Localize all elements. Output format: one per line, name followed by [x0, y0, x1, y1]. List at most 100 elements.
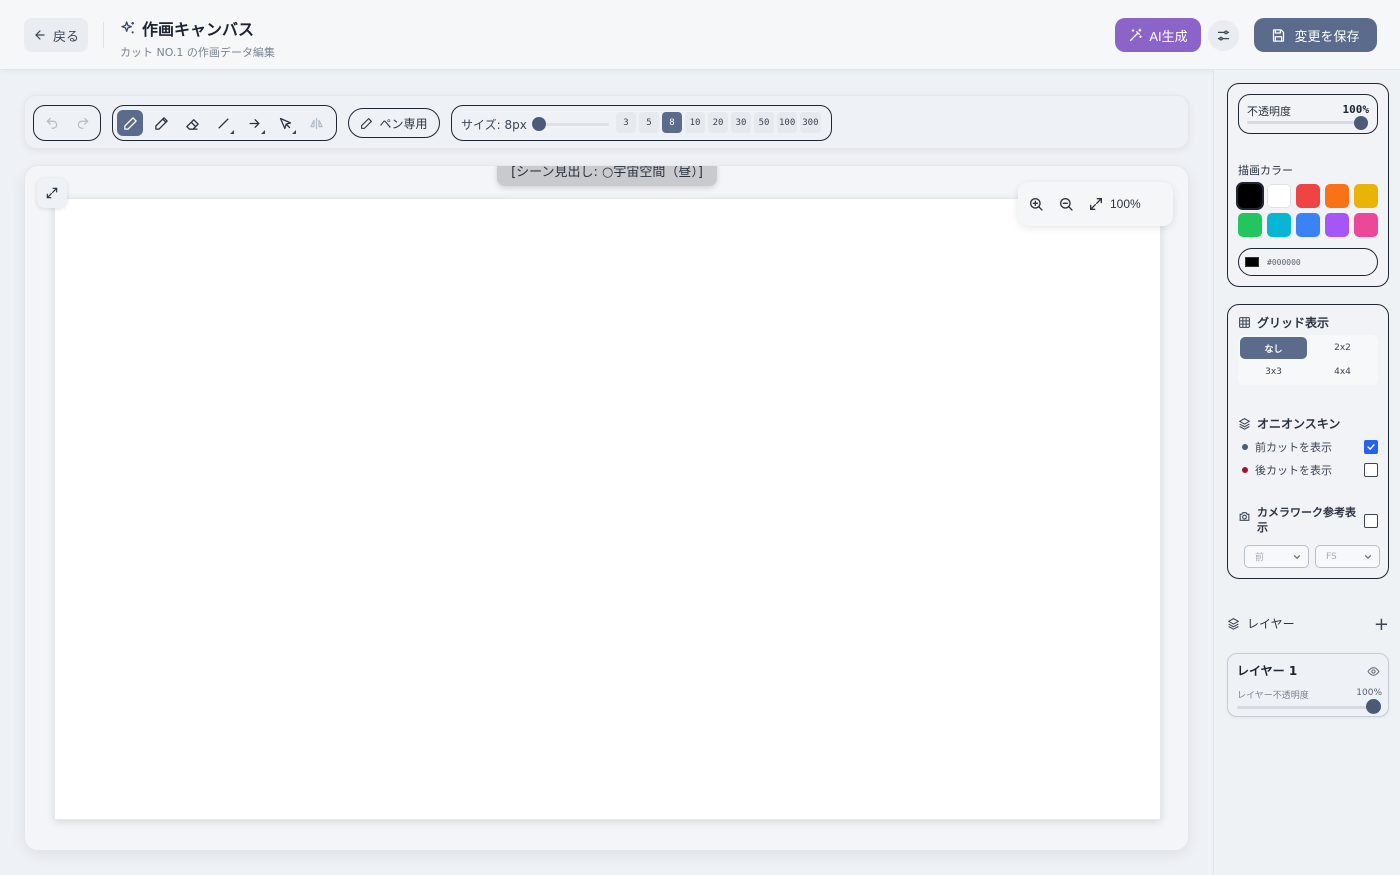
hex-color-value: #000000 — [1267, 257, 1301, 267]
size-preset-30[interactable]: 30 — [731, 112, 751, 133]
size-preset-8[interactable]: 8 — [662, 112, 682, 133]
hex-color-input[interactable]: #000000 — [1238, 248, 1378, 276]
fullscreen-button[interactable] — [37, 178, 67, 208]
size-preset-50[interactable]: 50 — [754, 112, 774, 133]
camera-selects: 前 FS — [1244, 545, 1380, 568]
expand-icon — [46, 187, 58, 199]
history-group — [33, 105, 101, 141]
color-swatch[interactable] — [1354, 184, 1378, 208]
sliders-icon — [1217, 30, 1230, 41]
size-preset-5[interactable]: 5 — [639, 112, 659, 133]
onion-next-checkbox[interactable] — [1364, 463, 1378, 477]
pencil-tool-button[interactable] — [148, 110, 174, 136]
tool-group — [112, 105, 337, 141]
line-tool-button[interactable] — [210, 110, 236, 136]
pen-only-toggle[interactable]: ペン専用 — [348, 108, 440, 138]
brush-size-presets: 3 5 8 10 20 30 50 100 300 — [616, 112, 821, 133]
current-color-chip — [1245, 257, 1259, 267]
camera-shot-value: FS — [1326, 551, 1337, 562]
pen-tool-button[interactable] — [117, 110, 143, 136]
fit-to-screen-icon[interactable] — [1088, 196, 1104, 212]
scene-heading-tag: [シーン見出し: ○宇宙空間（昼）] — [497, 166, 717, 186]
color-swatch[interactable] — [1296, 184, 1320, 208]
color-swatch[interactable] — [1325, 184, 1349, 208]
mirror-tool-button[interactable] — [303, 110, 329, 136]
layer-item[interactable]: レイヤー 1 レイヤー不透明度 100% — [1227, 653, 1389, 717]
grid-option-4x4[interactable]: 4x4 — [1309, 361, 1376, 383]
layer-opacity-value: 100% — [1356, 688, 1382, 698]
back-button[interactable]: 戻る — [24, 18, 88, 52]
canvas-panel: [シーン見出し: ○宇宙空間（昼）] 100% — [24, 165, 1189, 851]
pen-icon — [361, 117, 373, 129]
pencil-icon — [154, 116, 168, 130]
opacity-control: 不透明度 100% — [1238, 94, 1378, 134]
save-changes-button[interactable]: 変更を保存 — [1254, 18, 1377, 52]
size-preset-20[interactable]: 20 — [708, 112, 728, 133]
grid-option-3x3[interactable]: 3x3 — [1240, 361, 1307, 383]
brush-size-slider-track[interactable] — [539, 123, 609, 126]
settings-button[interactable] — [1208, 20, 1239, 51]
color-swatch[interactable] — [1238, 184, 1262, 208]
submenu-corner-icon — [261, 130, 265, 134]
undo-icon — [46, 117, 58, 129]
layers-header: レイヤー + — [1227, 614, 1389, 635]
grid-option-2x2[interactable]: 2x2 — [1309, 337, 1376, 359]
header-divider — [103, 22, 104, 48]
layers-icon — [1239, 418, 1250, 430]
ai-generate-button[interactable]: AI生成 — [1115, 18, 1201, 52]
layer-opacity-slider-handle[interactable] — [1366, 699, 1381, 714]
onion-next-row: 後カットを表示 — [1242, 462, 1378, 478]
color-swatch[interactable] — [1238, 213, 1262, 237]
undo-button[interactable] — [39, 110, 65, 136]
color-swatch[interactable] — [1296, 213, 1320, 237]
size-preset-100[interactable]: 100 — [777, 112, 798, 133]
redo-button[interactable] — [70, 110, 96, 136]
opacity-slider-track[interactable] — [1247, 121, 1365, 124]
camera-work-checkbox[interactable] — [1364, 514, 1378, 528]
eye-icon — [1367, 667, 1380, 676]
select-tool-button[interactable] — [272, 110, 298, 136]
opacity-slider-handle[interactable] — [1354, 116, 1368, 130]
color-swatch[interactable] — [1354, 213, 1378, 237]
opacity-value: 100% — [1342, 103, 1370, 116]
color-swatch[interactable] — [1325, 213, 1349, 237]
right-sidebar: 不透明度 100% 描画カラー #000000 グリッド表示 なし 2x2 3x3 4… — [1213, 70, 1400, 875]
pen-icon — [123, 116, 137, 130]
header: 戻る 作画キャンバス カット NO.1 の作画データ編集 AI生成 変更を保存 — [0, 0, 1400, 70]
grid-option-none[interactable]: なし — [1240, 337, 1307, 359]
brush-size-slider-handle[interactable] — [532, 117, 546, 131]
zoom-in-icon[interactable] — [1028, 196, 1044, 212]
title-block: 作画キャンバス カット NO.1 の作画データ編集 — [120, 16, 275, 60]
eraser-tool-button[interactable] — [179, 110, 205, 136]
onion-prev-checkbox[interactable] — [1364, 440, 1378, 454]
camera-position-select[interactable]: 前 — [1244, 545, 1309, 568]
arrow-tool-button[interactable] — [241, 110, 267, 136]
ai-generate-label: AI生成 — [1149, 28, 1188, 44]
size-preset-300[interactable]: 300 — [800, 112, 821, 133]
color-swatches — [1238, 184, 1378, 237]
size-preset-10[interactable]: 10 — [685, 112, 705, 133]
layer-name: レイヤー 1 — [1237, 664, 1298, 678]
next-cut-dot — [1242, 467, 1248, 473]
size-preset-3[interactable]: 3 — [616, 112, 636, 133]
zoom-out-icon[interactable] — [1058, 196, 1074, 212]
brush-size-label: サイズ: 8px — [461, 118, 527, 132]
chevron-down-icon — [1364, 554, 1372, 559]
camera-shot-select[interactable]: FS — [1315, 545, 1380, 568]
opacity-label: 不透明度 — [1247, 105, 1291, 118]
zoom-level: 100% — [1110, 197, 1141, 211]
camera-work-row: カメラワーク参考表示 — [1238, 505, 1378, 535]
drawing-canvas[interactable] — [54, 198, 1161, 820]
color-swatch[interactable] — [1267, 184, 1291, 208]
magic-wand-icon — [1130, 28, 1143, 41]
grid-section-title: グリッド表示 — [1238, 314, 1329, 331]
submenu-corner-icon — [292, 130, 296, 134]
onion-section-title: オニオンスキン — [1238, 415, 1340, 432]
add-layer-button[interactable]: + — [1374, 614, 1389, 635]
page-subtitle: カット NO.1 の作画データ編集 — [120, 46, 275, 59]
grid-title: グリッド表示 — [1257, 316, 1330, 330]
layer-opacity-slider-track[interactable] — [1237, 706, 1374, 709]
color-swatch[interactable] — [1267, 213, 1291, 237]
layer-visibility-toggle[interactable] — [1367, 663, 1380, 682]
submenu-corner-icon — [230, 130, 234, 134]
